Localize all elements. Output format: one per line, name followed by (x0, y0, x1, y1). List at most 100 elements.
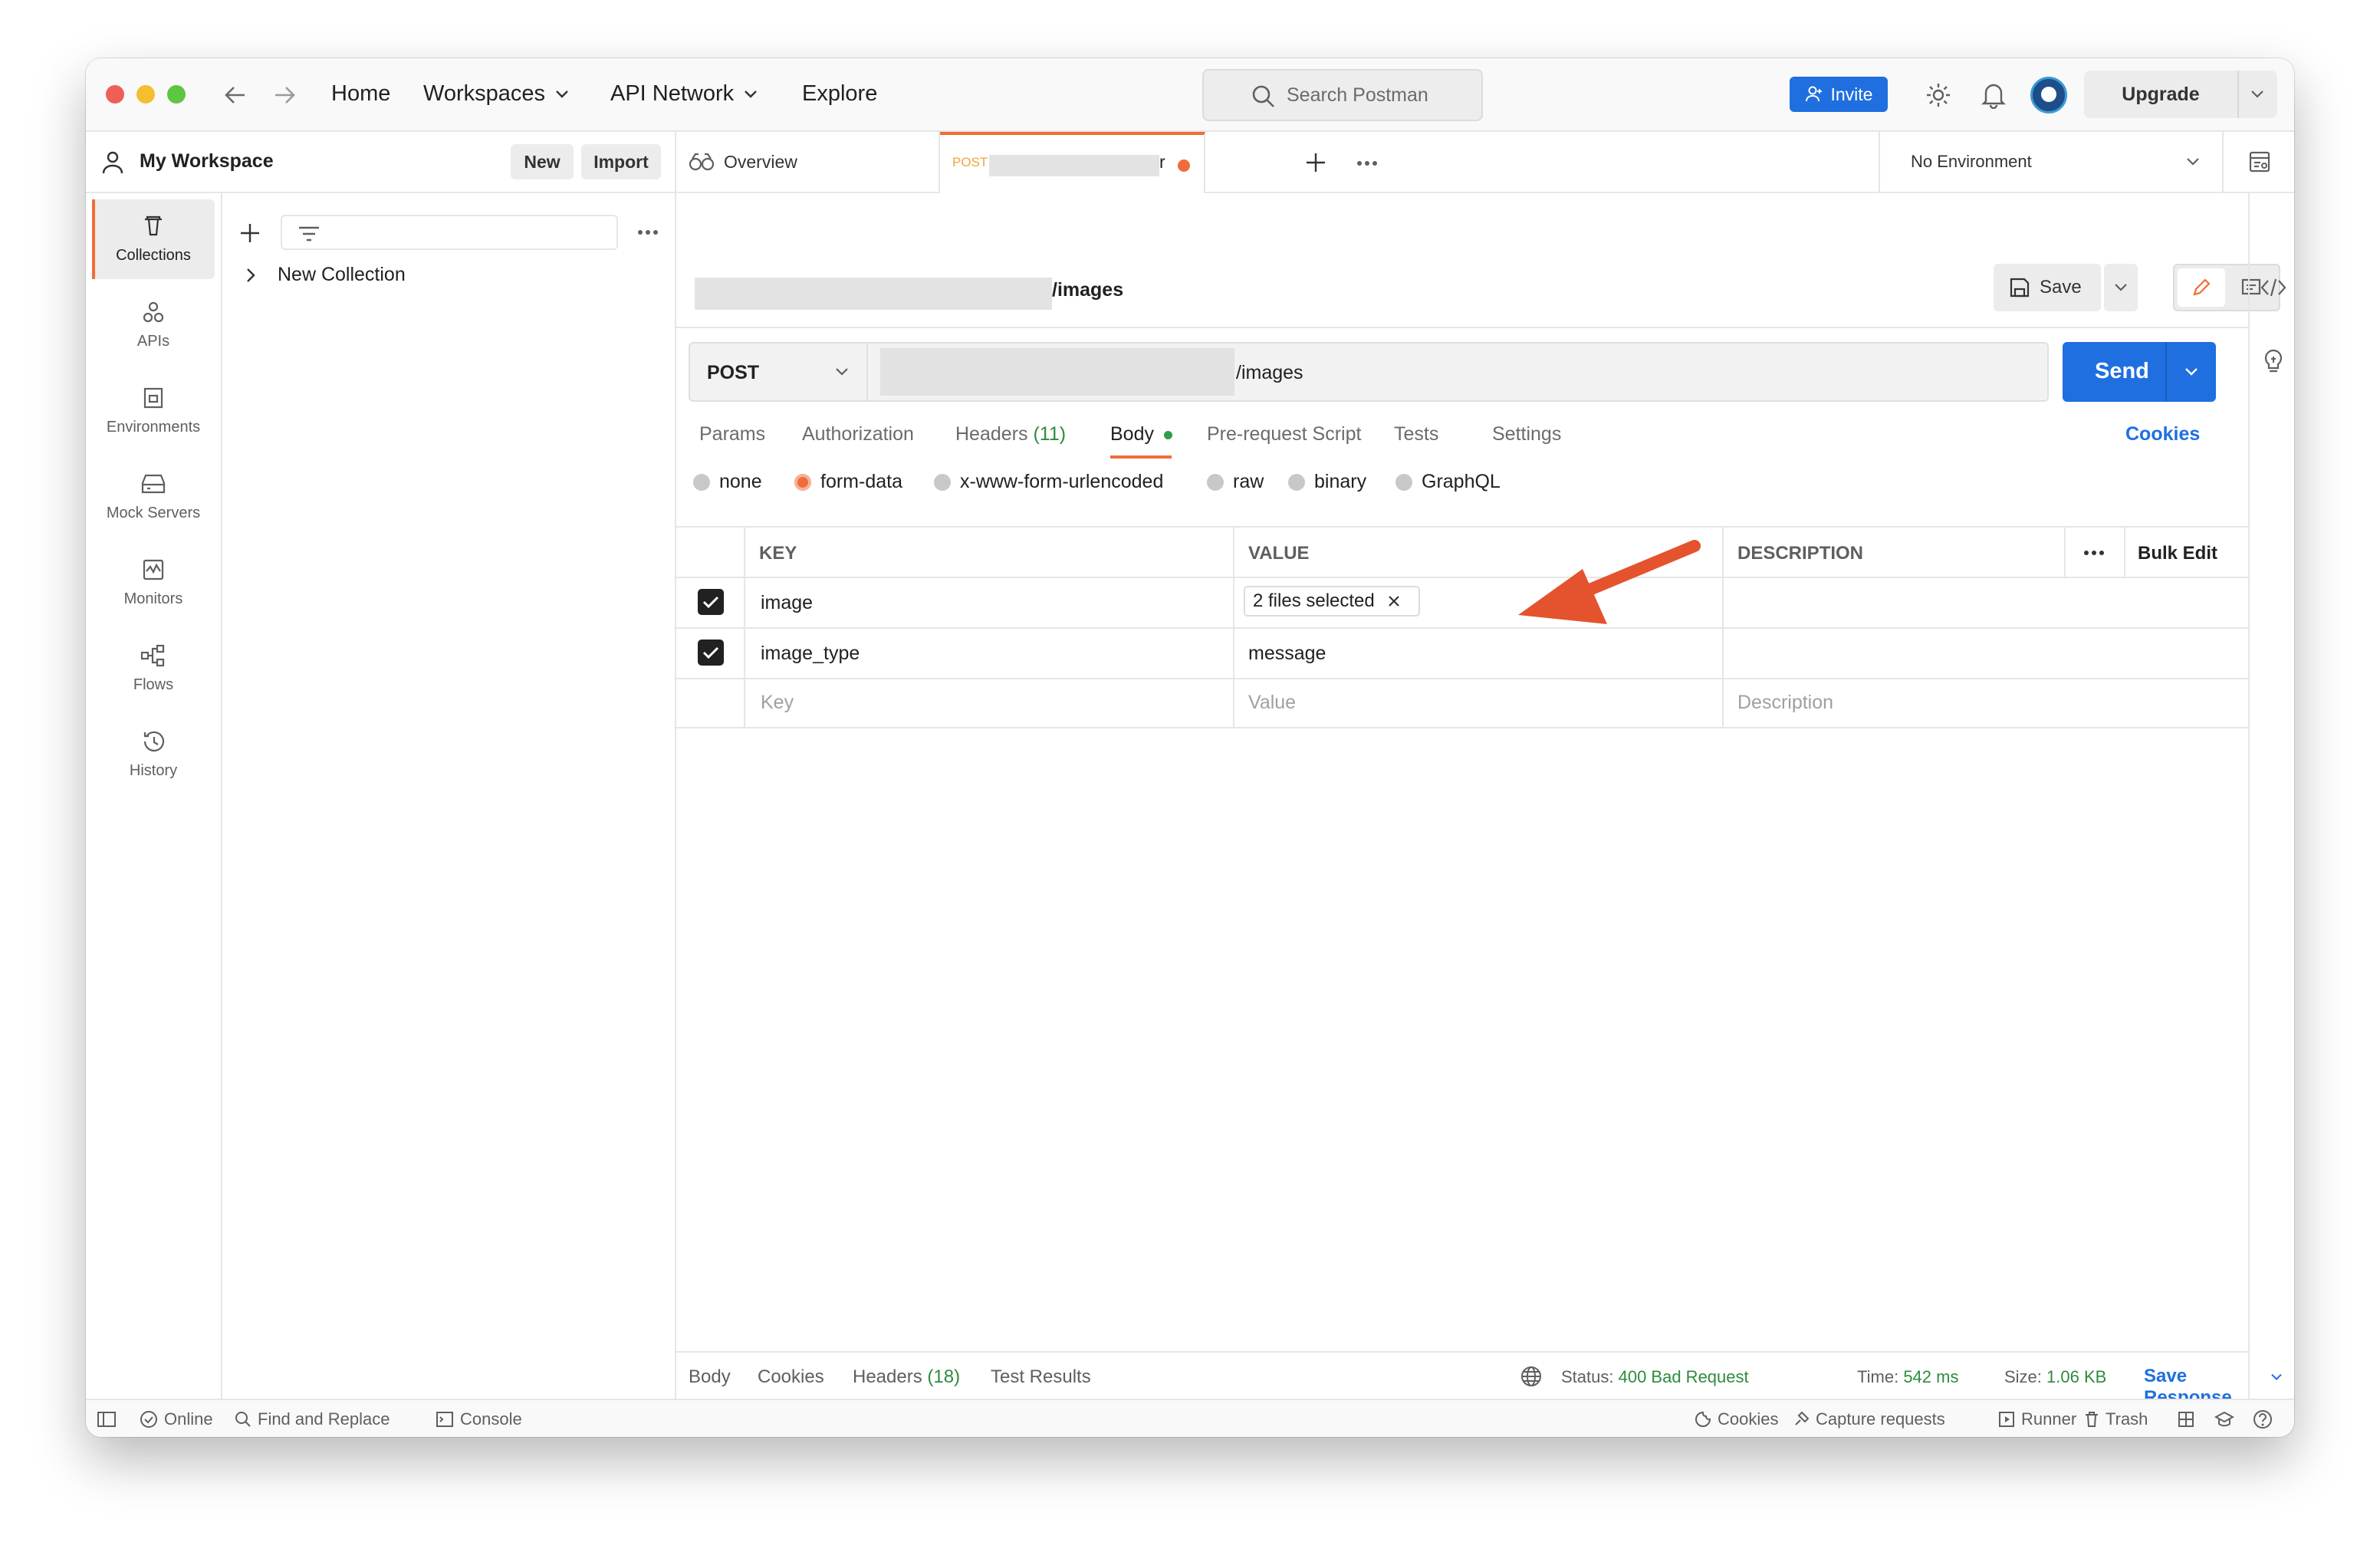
apis-icon (143, 301, 164, 322)
radio-graphql[interactable]: GraphQL (1395, 471, 1501, 493)
cookies-link[interactable]: Cookies (2125, 423, 2200, 446)
invite-button[interactable]: Invite (1790, 77, 1888, 112)
cookies-button[interactable]: Cookies (1695, 1409, 1778, 1429)
chevron-down-icon[interactable] (2184, 367, 2199, 377)
send-button[interactable]: Send (2063, 342, 2216, 402)
response-tab-test-results[interactable]: Test Results (991, 1366, 1091, 1388)
more-options-icon[interactable] (2082, 549, 2106, 557)
key-input[interactable]: Key (761, 692, 794, 714)
tab-body[interactable]: Body (1110, 423, 1172, 459)
plus-icon[interactable] (1305, 152, 1326, 173)
collection-item[interactable]: New Collection (245, 264, 406, 286)
url-input[interactable]: /images (868, 344, 2049, 400)
sidebar-item-collections[interactable]: Collections (92, 199, 215, 279)
two-pane-icon[interactable] (2178, 1411, 2194, 1428)
nav-home[interactable]: Home (331, 81, 390, 107)
close-icon[interactable] (1387, 594, 1401, 608)
tab-pre-request-script[interactable]: Pre-request Script (1207, 423, 1361, 446)
search-input[interactable]: Search Postman (1202, 69, 1483, 121)
environment-quick-look[interactable] (2222, 132, 2294, 192)
sidebar-item-flows[interactable]: Flows (92, 629, 215, 709)
sidebar-item-history[interactable]: History (92, 715, 215, 794)
save-options-button[interactable] (2104, 264, 2138, 311)
bootcamp-icon[interactable] (2214, 1411, 2234, 1428)
runner-button[interactable]: Runner (1998, 1409, 2076, 1429)
row-key[interactable]: image (761, 592, 813, 614)
upgrade-button[interactable]: Upgrade (2084, 71, 2277, 118)
nav-explore-label: Explore (802, 81, 878, 106)
sidebar-toggle-icon[interactable] (97, 1411, 117, 1428)
radio-label: raw (1233, 471, 1264, 492)
avatar[interactable] (2030, 77, 2067, 113)
help-icon[interactable] (2253, 1409, 2273, 1429)
capture-requests-button[interactable]: Capture requests (1793, 1409, 1945, 1429)
tab-headers-label: Headers (955, 423, 1028, 445)
tab-authorization[interactable]: Authorization (802, 423, 914, 446)
import-button[interactable]: Import (581, 144, 661, 179)
response-tab-body[interactable]: Body (689, 1366, 731, 1388)
sidebar-item-mock-servers[interactable]: Mock Servers (92, 457, 215, 537)
value-input[interactable]: Value (1248, 692, 1296, 714)
radio-x-www-form-urlencoded[interactable]: x-www-form-urlencoded (934, 471, 1163, 493)
table-divider (2064, 528, 2066, 577)
online-status[interactable]: Online (140, 1409, 213, 1429)
response-bar: Body Cookies Headers (18) Test Results S… (676, 1351, 2282, 1408)
filter-input[interactable] (281, 215, 618, 250)
sidebar-item-label: Flows (133, 676, 174, 693)
request-editor: /images Save POST /images Send (676, 193, 2280, 1399)
row-value[interactable]: message (1248, 643, 1326, 665)
plus-icon[interactable] (239, 222, 261, 244)
environment-select[interactable]: No Environment (1879, 132, 2222, 192)
zoom-window-button[interactable] (167, 85, 186, 104)
bulk-edit-button[interactable]: Bulk Edit (2138, 543, 2217, 564)
edit-mode-button[interactable] (2178, 268, 2225, 307)
tab-settings[interactable]: Settings (1492, 423, 1561, 446)
response-tab-cookies[interactable]: Cookies (758, 1366, 824, 1388)
forward-arrow-icon[interactable] (273, 84, 296, 106)
sidebar-item-environments[interactable]: Environments (92, 371, 215, 451)
status-value: 400 Bad Request (1618, 1367, 1749, 1386)
find-replace-button[interactable]: Find and Replace (235, 1409, 390, 1429)
files-selected-chip[interactable]: 2 files selected (1244, 586, 1420, 617)
method-select[interactable]: POST (690, 344, 868, 400)
row-key[interactable]: image_type (761, 643, 860, 665)
sidebar-item-monitors[interactable]: Monitors (92, 543, 215, 623)
back-arrow-icon[interactable] (224, 84, 247, 106)
lightbulb-icon[interactable] (2262, 348, 2285, 374)
trash-button[interactable]: Trash (2084, 1409, 2148, 1429)
bell-icon[interactable] (1981, 81, 2006, 109)
unsaved-dot (1178, 159, 1190, 172)
code-icon[interactable] (2260, 278, 2286, 298)
nav-explore[interactable]: Explore (802, 81, 877, 107)
tab-request[interactable]: POST r (940, 132, 1205, 193)
tab-params[interactable]: Params (699, 423, 765, 446)
radio-none[interactable]: none (693, 471, 762, 493)
environment-quick-look-icon (2249, 151, 2270, 173)
globe-icon[interactable] (1520, 1365, 1543, 1388)
console-button[interactable]: Console (436, 1409, 522, 1429)
table-divider (744, 528, 745, 727)
tab-headers[interactable]: Headers (11) (955, 423, 1066, 446)
more-options-icon[interactable] (1356, 159, 1379, 167)
minimize-window-button[interactable] (136, 85, 155, 104)
response-tab-headers[interactable]: Headers (18) (853, 1366, 960, 1388)
workspace-name[interactable]: My Workspace (140, 150, 274, 173)
status-label: Status: (1561, 1367, 1614, 1386)
nav-api-network[interactable]: API Network (610, 81, 758, 107)
tab-tests[interactable]: Tests (1394, 423, 1438, 446)
gear-icon[interactable] (1925, 81, 1952, 109)
row-checkbox[interactable] (698, 640, 724, 666)
new-button[interactable]: New (511, 144, 574, 179)
close-window-button[interactable] (106, 85, 124, 104)
chevron-down-icon[interactable] (2250, 89, 2265, 100)
radio-binary[interactable]: binary (1288, 471, 1366, 493)
nav-workspaces[interactable]: Workspaces (423, 81, 570, 107)
row-checkbox[interactable] (698, 589, 724, 615)
sidebar-item-apis[interactable]: APIs (92, 285, 215, 365)
save-button[interactable]: Save (1994, 264, 2101, 311)
more-options-icon[interactable] (636, 229, 659, 236)
radio-form-data[interactable]: form-data (794, 471, 902, 493)
tab-overview[interactable]: Overview (676, 132, 940, 192)
radio-raw[interactable]: raw (1207, 471, 1264, 493)
description-input[interactable]: Description (1737, 692, 1833, 714)
